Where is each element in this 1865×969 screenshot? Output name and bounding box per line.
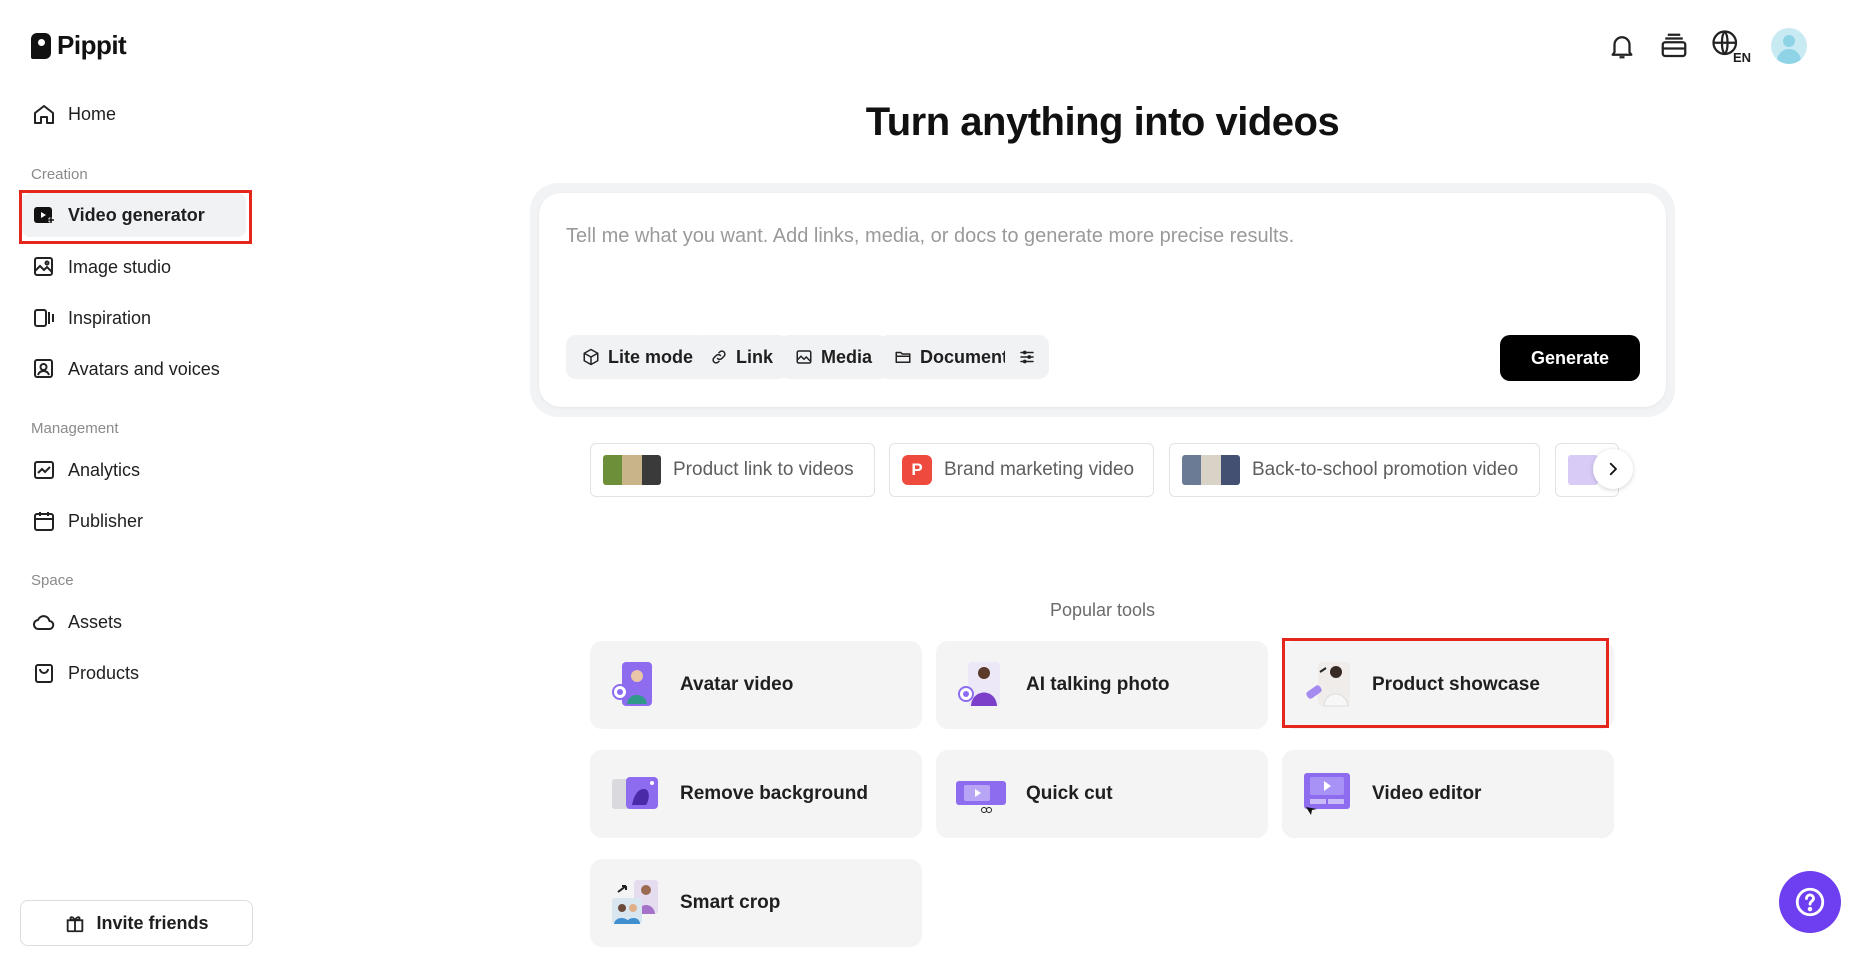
sidebar-item-avatars-and-voices[interactable]: Avatars and voices — [22, 347, 246, 391]
sidebar-item-video-generator[interactable]: Video generator — [22, 193, 246, 237]
product-thumbnail — [603, 455, 661, 485]
sidebar-item-label: Home — [68, 104, 116, 125]
pippit-logo[interactable]: Pippit — [31, 30, 126, 61]
sidebar-item-label: Avatars and voices — [68, 359, 220, 380]
tool-label: Video editor — [1372, 783, 1481, 805]
suggestion-label: Brand marketing video — [944, 459, 1134, 481]
school-thumbnail — [1182, 455, 1240, 485]
sidebar: Pippit Home Creation Video generator Ima… — [0, 0, 260, 969]
language-code: EN — [1733, 50, 1751, 65]
pippit-logo-icon — [31, 33, 51, 59]
quick-cut-icon — [954, 767, 1008, 821]
tool-label: AI talking photo — [1026, 674, 1170, 696]
smart-crop-icon — [608, 876, 662, 930]
brand-name: Pippit — [57, 30, 126, 61]
tool-smart-crop[interactable]: Smart crop — [590, 859, 922, 947]
calendar-icon — [32, 509, 56, 533]
video-editor-icon — [1300, 767, 1354, 821]
sidebar-item-label: Image studio — [68, 257, 171, 278]
tool-avatar-video[interactable]: Avatar video — [590, 641, 922, 729]
header-actions: EN — [1607, 28, 1807, 64]
chevron-right-icon — [1604, 460, 1622, 478]
sidebar-item-assets[interactable]: Assets — [22, 600, 246, 644]
settings-button[interactable] — [1005, 335, 1049, 379]
tool-label: Quick cut — [1026, 783, 1113, 805]
inspiration-icon — [32, 306, 56, 330]
suggestion-brand-marketing[interactable]: P Brand marketing video — [889, 443, 1154, 497]
language-selector[interactable]: EN — [1711, 29, 1749, 63]
tool-remove-background[interactable]: Remove background — [590, 750, 922, 838]
tool-label: Smart crop — [680, 892, 780, 914]
tool-label: Product showcase — [1372, 674, 1540, 696]
cloud-icon — [32, 610, 56, 634]
sliders-icon — [1018, 348, 1036, 366]
sidebar-item-products[interactable]: Products — [22, 651, 246, 695]
prompt-input[interactable]: Tell me what you want. Add links, media,… — [566, 225, 1294, 248]
tool-quick-cut[interactable]: Quick cut — [936, 750, 1268, 838]
lite-mode-button[interactable]: Lite mode — [566, 335, 709, 379]
section-label-creation: Creation — [31, 166, 88, 183]
lite-mode-label: Lite mode — [608, 347, 693, 368]
video-generator-icon — [32, 203, 56, 227]
prompt-card[interactable]: Tell me what you want. Add links, media,… — [539, 193, 1666, 407]
analytics-icon — [32, 458, 56, 482]
media-label: Media — [821, 347, 872, 368]
section-label-space: Space — [31, 572, 74, 589]
sidebar-item-label: Products — [68, 663, 139, 684]
suggestion-product-link[interactable]: Product link to videos — [590, 443, 875, 497]
brand-badge: P — [902, 455, 932, 485]
media-button[interactable]: Media — [779, 335, 888, 379]
document-label: Document — [920, 347, 1008, 368]
link-label: Link — [736, 347, 773, 368]
suggestion-label: Back-to-school promotion video — [1252, 459, 1518, 481]
sidebar-item-label: Analytics — [68, 460, 140, 481]
sidebar-item-home[interactable]: Home — [22, 92, 246, 136]
document-button[interactable]: Document — [878, 335, 1024, 379]
bell-icon[interactable] — [1607, 31, 1637, 61]
image-icon — [795, 348, 813, 366]
home-icon — [32, 102, 56, 126]
image-studio-icon — [32, 255, 56, 279]
tool-product-showcase[interactable]: Product showcase — [1282, 641, 1614, 729]
link-icon — [710, 348, 728, 366]
subscription-icon[interactable] — [1659, 31, 1689, 61]
sidebar-item-analytics[interactable]: Analytics — [22, 448, 246, 492]
avatar-voice-icon — [32, 357, 56, 381]
sidebar-item-inspiration[interactable]: Inspiration — [22, 296, 246, 340]
remove-background-icon — [608, 767, 662, 821]
tool-ai-talking-photo[interactable]: AI talking photo — [936, 641, 1268, 729]
sidebar-item-label: Publisher — [68, 511, 143, 532]
tool-video-editor[interactable]: Video editor — [1282, 750, 1614, 838]
user-avatar[interactable] — [1771, 28, 1807, 64]
help-button[interactable] — [1779, 871, 1841, 933]
invite-friends-button[interactable]: Invite friends — [20, 900, 253, 946]
invite-label: Invite friends — [96, 913, 208, 934]
sidebar-item-label: Inspiration — [68, 308, 151, 329]
avatar-video-icon — [608, 658, 662, 712]
question-icon — [1793, 885, 1827, 919]
sidebar-item-label: Assets — [68, 612, 122, 633]
tool-label: Remove background — [680, 783, 868, 805]
shopping-bag-icon — [32, 661, 56, 685]
popular-tools-label: Popular tools — [530, 600, 1675, 621]
section-label-management: Management — [31, 420, 119, 437]
link-button[interactable]: Link — [694, 335, 789, 379]
tool-label: Avatar video — [680, 674, 793, 696]
suggestion-label: Product link to videos — [673, 459, 854, 481]
sidebar-item-publisher[interactable]: Publisher — [22, 499, 246, 543]
page-title: Turn anything into videos — [530, 100, 1675, 145]
folder-icon — [894, 348, 912, 366]
sidebar-item-label: Video generator — [68, 205, 205, 226]
product-showcase-icon — [1300, 658, 1354, 712]
suggestions-next-button[interactable] — [1593, 449, 1633, 489]
talking-photo-icon — [954, 658, 1008, 712]
generate-button[interactable]: Generate — [1500, 335, 1640, 381]
gift-icon — [64, 912, 86, 934]
sidebar-item-image-studio[interactable]: Image studio — [22, 245, 246, 289]
cube-icon — [582, 348, 600, 366]
suggestion-back-to-school[interactable]: Back-to-school promotion video — [1169, 443, 1540, 497]
